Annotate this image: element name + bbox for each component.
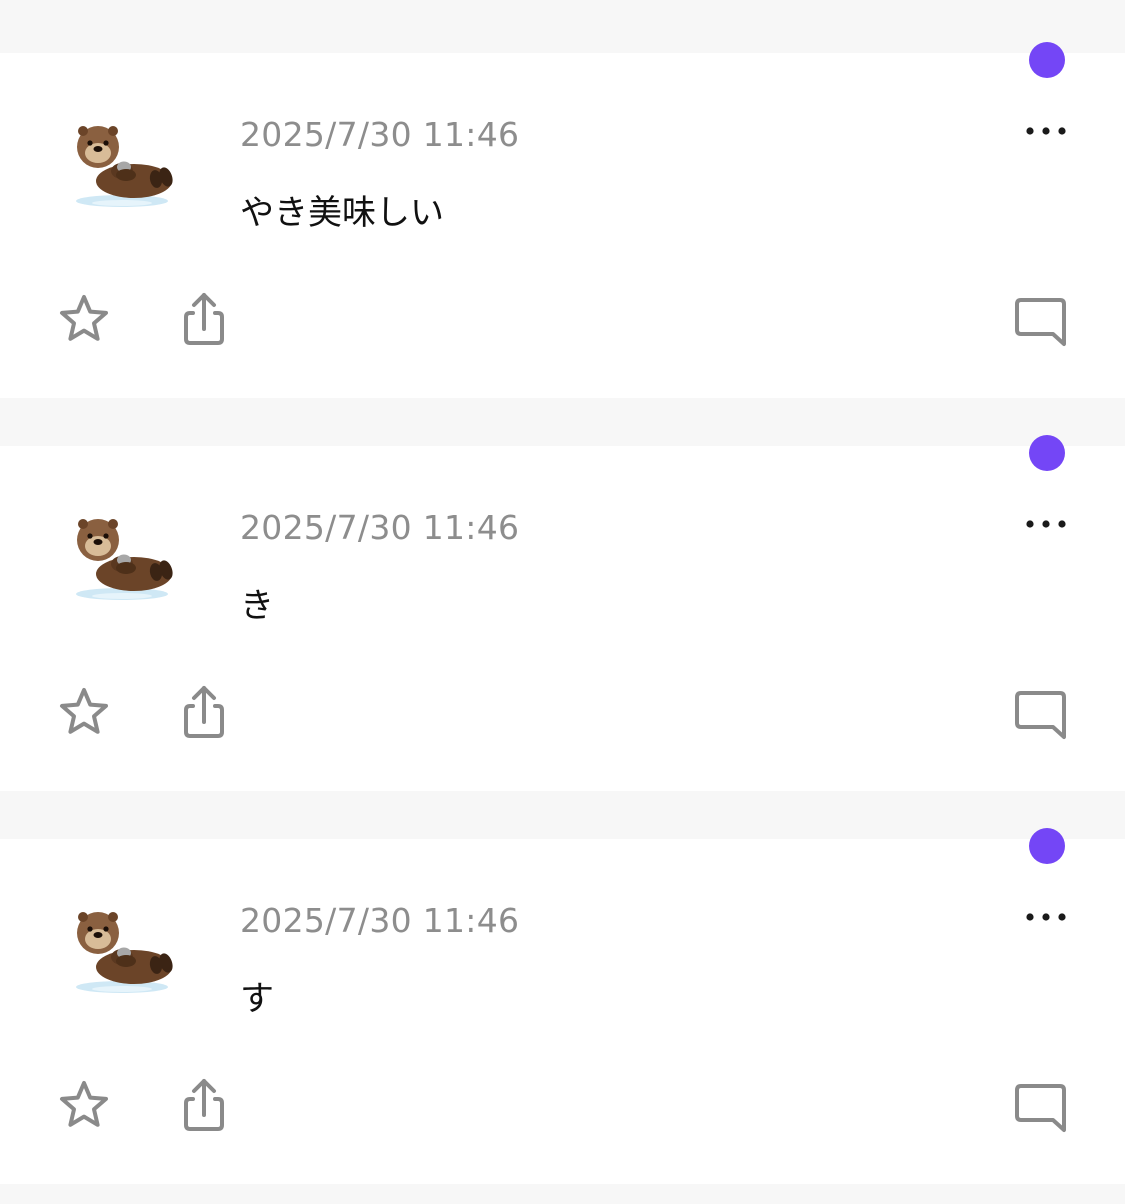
share-icon (184, 686, 224, 738)
share-icon (184, 1079, 224, 1131)
share-button[interactable] (174, 682, 234, 742)
more-options-button[interactable] (1020, 508, 1072, 540)
favorite-button[interactable] (54, 682, 114, 742)
comment-icon (1015, 298, 1066, 346)
post-text: やき美味しい (240, 193, 444, 233)
star-icon (60, 688, 108, 734)
star-icon (60, 1081, 108, 1127)
share-icon (184, 293, 224, 345)
avatar[interactable] (70, 516, 174, 606)
comment-button[interactable] (1011, 289, 1071, 349)
favorite-button[interactable] (54, 289, 114, 349)
unread-dot-icon (1029, 828, 1065, 864)
post-timestamp: 2025/7/30 11:46 (240, 508, 520, 547)
post-feed: 2025/7/30 11:46 やき美味しい 2025/7/30 11:46 き… (0, 0, 1125, 1204)
post-text: す (240, 979, 274, 1019)
post-timestamp: 2025/7/30 11:46 (240, 901, 520, 940)
sea-otter-icon (76, 126, 173, 207)
post-card[interactable]: 2025/7/30 11:46 やき美味しい (0, 42, 1125, 398)
post-card[interactable]: 2025/7/30 11:46 す (0, 828, 1125, 1184)
avatar[interactable] (70, 909, 174, 999)
share-button[interactable] (174, 289, 234, 349)
ellipsis-icon (1026, 127, 1066, 135)
more-options-button[interactable] (1020, 115, 1072, 147)
more-options-button[interactable] (1020, 901, 1072, 933)
post-card[interactable]: 2025/7/30 11:46 き (0, 435, 1125, 791)
share-button[interactable] (174, 1075, 234, 1135)
comment-icon (1015, 691, 1066, 739)
avatar[interactable] (70, 123, 174, 213)
sea-otter-icon (76, 912, 173, 993)
star-icon (60, 295, 108, 341)
favorite-button[interactable] (54, 1075, 114, 1135)
comment-button[interactable] (1011, 682, 1071, 742)
post-timestamp: 2025/7/30 11:46 (240, 115, 520, 154)
sea-otter-icon (76, 519, 173, 600)
ellipsis-icon (1026, 913, 1066, 921)
ellipsis-icon (1026, 520, 1066, 528)
comment-button[interactable] (1011, 1075, 1071, 1135)
unread-dot-icon (1029, 42, 1065, 78)
post-text: き (240, 586, 274, 626)
unread-dot-icon (1029, 435, 1065, 471)
comment-icon (1015, 1084, 1066, 1132)
